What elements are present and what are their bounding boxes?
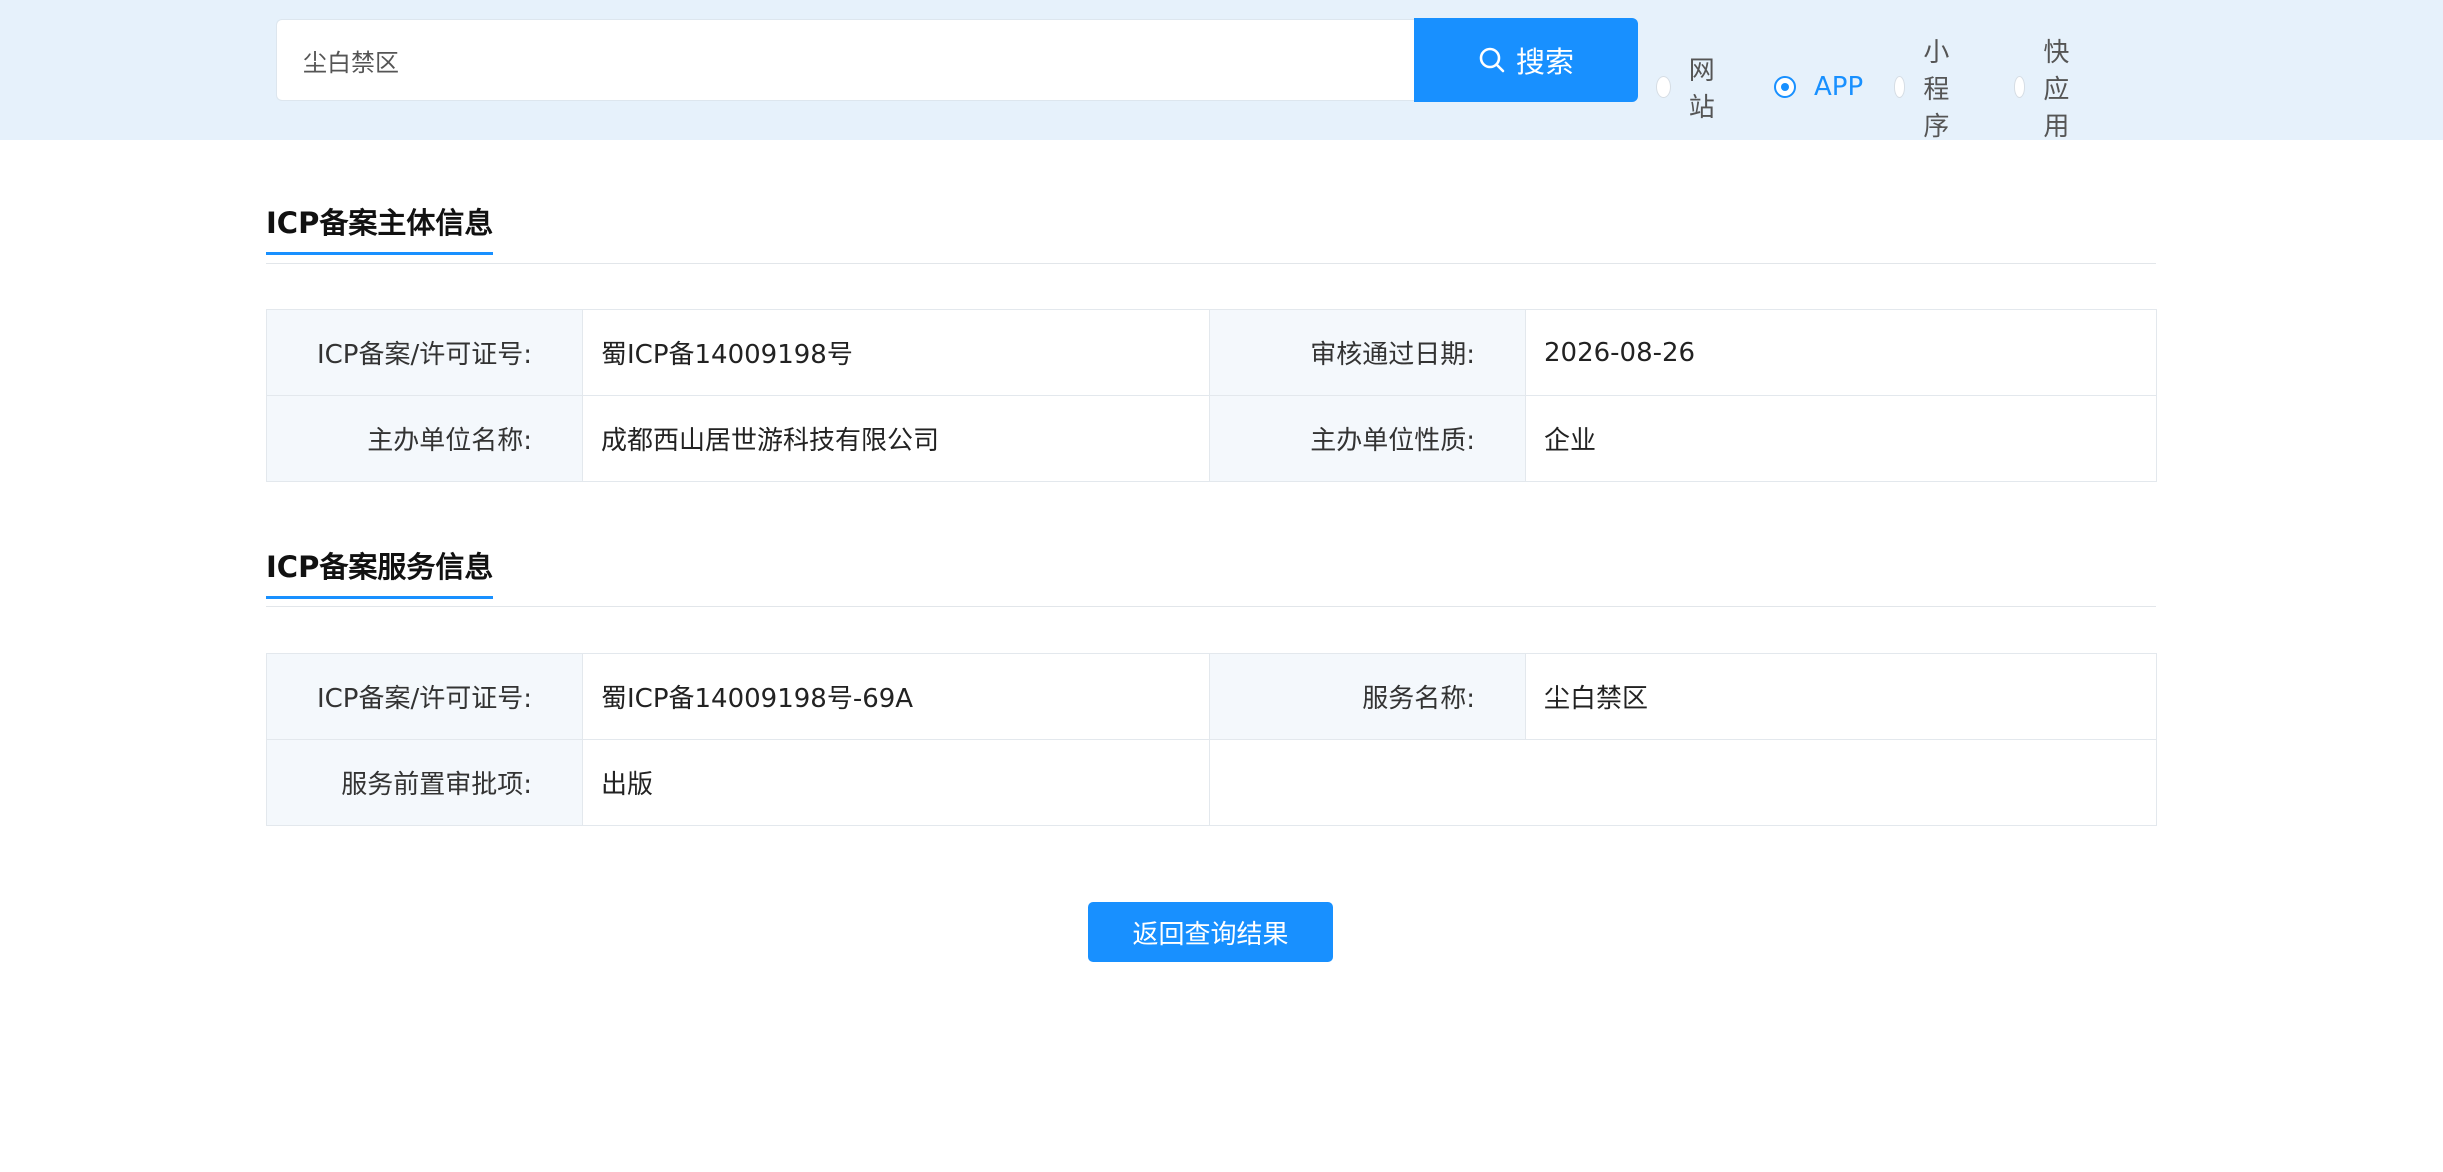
table-row: 主办单位名称: 成都西山居世游科技有限公司 主办单位性质: 企业 xyxy=(266,395,2157,482)
radio-label: 快应用 xyxy=(2043,37,2070,142)
search-input[interactable] xyxy=(276,19,1416,101)
empty-cell xyxy=(1209,739,2157,826)
section-divider xyxy=(266,263,2156,264)
search-button[interactable]: 搜索 xyxy=(1414,18,1638,102)
organizer-type-value: 企业 xyxy=(1525,395,2157,482)
organizer-name-label: 主办单位名称: xyxy=(266,395,583,482)
service-license-label: ICP备案/许可证号: xyxy=(266,653,583,740)
search-icon xyxy=(1478,46,1506,74)
license-number-value: 蜀ICP备14009198号 xyxy=(582,309,1210,396)
service-name-label: 服务名称: xyxy=(1209,653,1526,740)
radio-circle[interactable] xyxy=(1894,76,1906,98)
license-number-label: ICP备案/许可证号: xyxy=(266,309,583,396)
filter-radio-app[interactable]: APP xyxy=(1774,66,1863,108)
pre-approval-label: 服务前置审批项: xyxy=(266,739,583,826)
table-row: 服务前置审批项: 出版 xyxy=(266,739,2157,826)
organizer-name-value: 成都西山居世游科技有限公司 xyxy=(582,395,1210,482)
service-section-title: ICP备案服务信息 xyxy=(266,544,494,599)
organizer-type-label: 主办单位性质: xyxy=(1209,395,1526,482)
section-divider xyxy=(266,606,2156,607)
radio-label: 网站 xyxy=(1688,56,1715,123)
radio-circle[interactable] xyxy=(2014,76,2026,98)
search-button-label: 搜索 xyxy=(1515,45,1574,79)
filter-radio-quick-app[interactable]: 快应用 xyxy=(2014,38,2080,142)
back-to-results-button[interactable]: 返回查询结果 xyxy=(1088,902,1333,962)
table-row: ICP备案/许可证号: 蜀ICP备14009198号 审核通过日期: 2026-… xyxy=(266,309,2157,396)
approval-date-value: 2026-08-26 xyxy=(1525,309,2157,396)
filter-radio-website[interactable]: 网站 xyxy=(1656,56,1722,123)
radio-label: 小程序 xyxy=(1923,37,1950,142)
service-info-table: ICP备案/许可证号: 蜀ICP备14009198号-69A 服务名称: 尘白禁… xyxy=(266,653,2157,826)
radio-circle[interactable] xyxy=(1774,76,1796,98)
pre-approval-value: 出版 xyxy=(582,739,1210,826)
top-search-bar: 搜索 网站 APP 小程序 快应用 xyxy=(0,0,2443,142)
subject-info-table: ICP备案/许可证号: 蜀ICP备14009198号 审核通过日期: 2026-… xyxy=(266,309,2157,482)
service-license-value: 蜀ICP备14009198号-69A xyxy=(582,653,1210,740)
service-name-value: 尘白禁区 xyxy=(1525,653,2157,740)
approval-date-label: 审核通过日期: xyxy=(1209,309,1526,396)
table-row: ICP备案/许可证号: 蜀ICP备14009198号-69A 服务名称: 尘白禁… xyxy=(266,653,2157,740)
radio-circle[interactable] xyxy=(1656,76,1671,98)
filter-radio-mini-program[interactable]: 小程序 xyxy=(1894,38,1960,142)
subject-section-title: ICP备案主体信息 xyxy=(266,200,494,255)
radio-label: APP xyxy=(1814,72,1864,102)
